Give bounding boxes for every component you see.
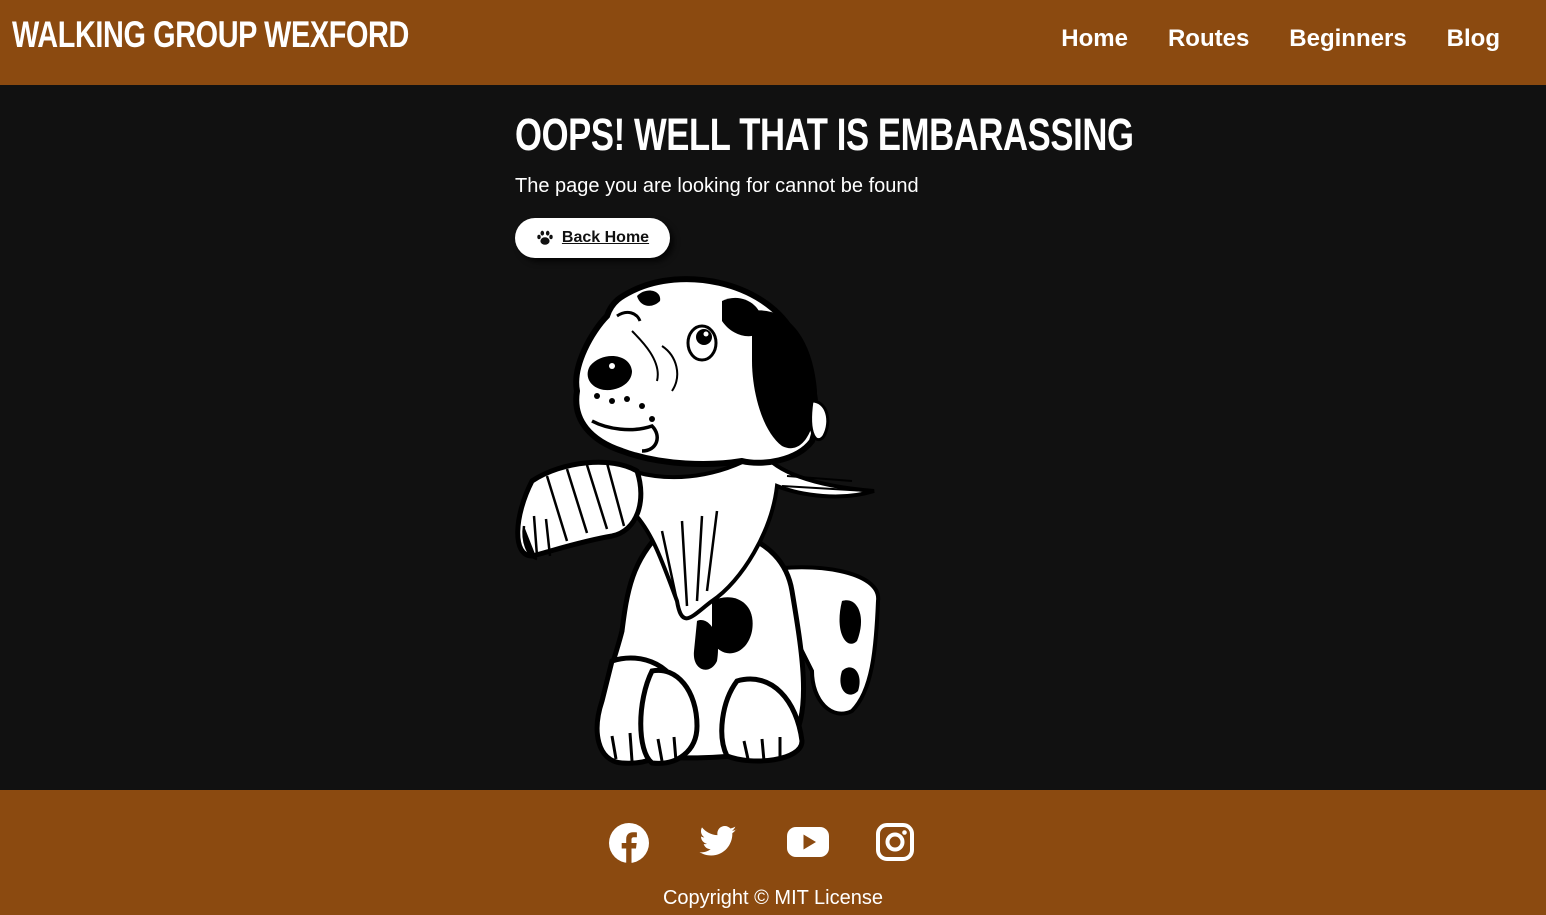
paw-icon <box>537 230 553 245</box>
youtube-icon <box>787 827 829 857</box>
main-content: OOPS! WELL THAT IS EMBARASSING The page … <box>0 85 1546 790</box>
instagram-icon <box>876 823 914 861</box>
twitter-icon <box>699 826 737 856</box>
nav-routes[interactable]: Routes <box>1168 22 1249 56</box>
page-subtitle: The page you are looking for cannot be f… <box>515 175 919 197</box>
brand-logo-link[interactable]: WALKING GROUP WEXFORD <box>12 14 409 56</box>
twitter-link[interactable] <box>697 822 741 862</box>
nav-blog[interactable]: Blog <box>1447 22 1500 56</box>
instagram-link[interactable] <box>875 822 919 862</box>
copyright-text: Copyright © MIT License <box>662 887 883 909</box>
nav-beginners[interactable]: Beginners <box>1289 22 1406 56</box>
back-home-label: Back Home <box>561 229 650 246</box>
youtube-link[interactable] <box>786 822 830 862</box>
social-links <box>608 822 919 863</box>
sad-dog-illustration <box>515 276 881 766</box>
site-footer: Copyright © MIT License <box>0 790 1546 915</box>
facebook-icon <box>609 823 649 863</box>
facebook-link[interactable] <box>608 822 652 863</box>
back-home-button[interactable]: Back Home <box>515 218 670 258</box>
main-nav: Home Routes Beginners Blog <box>1061 22 1500 56</box>
site-header: WALKING GROUP WEXFORD Home Routes Beginn… <box>0 0 1546 85</box>
page-title: OOPS! WELL THAT IS EMBARASSING <box>515 109 1134 160</box>
nav-home[interactable]: Home <box>1061 22 1128 56</box>
